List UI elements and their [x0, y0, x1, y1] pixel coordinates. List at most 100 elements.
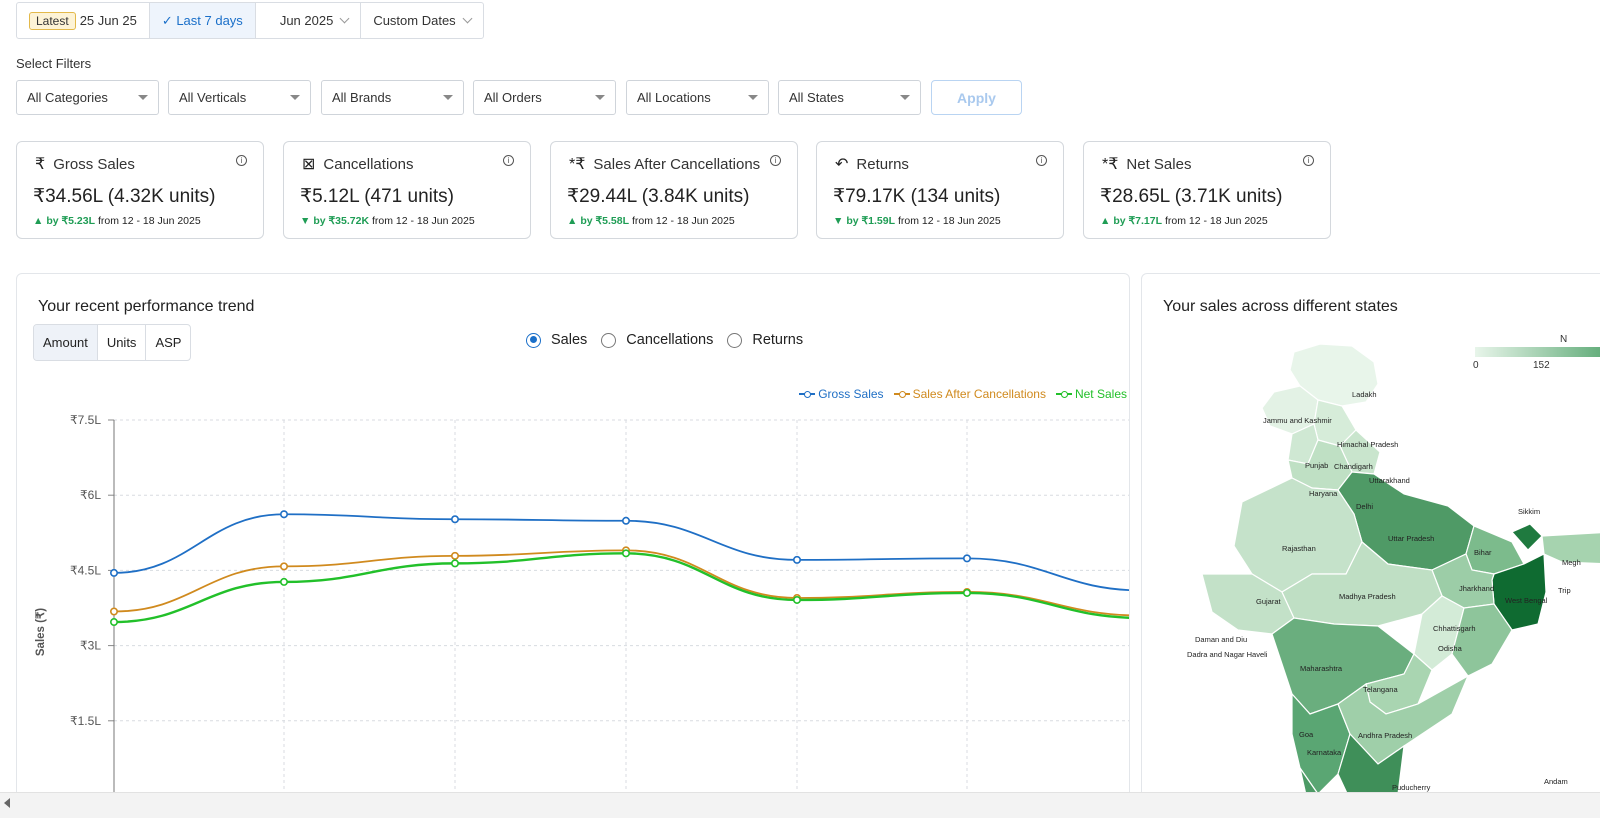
info-icon[interactable]: i: [236, 155, 247, 166]
trend-down-icon: ▼: [300, 215, 311, 227]
card-delta: by ₹5.23L: [46, 215, 96, 227]
card-title: Returns: [856, 155, 909, 173]
filter-label: All States: [789, 90, 844, 105]
filter-categories[interactable]: All Categories: [16, 80, 159, 115]
caret-down-icon: [748, 95, 758, 100]
filter-label: All Categories: [27, 90, 108, 105]
filter-label: All Orders: [484, 90, 542, 105]
map-state-label: Dadra and Nagar Haveli: [1187, 650, 1268, 659]
scroll-left-arrow-icon[interactable]: [4, 798, 10, 808]
data-point-gross-sales: [792, 555, 801, 564]
filter-label: All Brands: [332, 90, 392, 105]
trend-up-icon: ▲: [1100, 215, 1111, 227]
card-title: Net Sales: [1126, 155, 1192, 173]
map-state-label: Jammu and Kashmir: [1263, 416, 1332, 425]
last-7-days-label: ✓ Last 7 days: [161, 12, 243, 28]
map-state-label: Trip: [1558, 586, 1571, 595]
trend-down-icon: ▼: [833, 215, 844, 227]
map-state-label: Madhya Pradesh: [1339, 592, 1396, 601]
map-state-label: Bihar: [1474, 548, 1492, 557]
card-compare: from 12 - 18 Jun 2025: [97, 215, 201, 227]
last-7-days-option[interactable]: ✓ Last 7 days: [149, 3, 256, 38]
latest-tag: Latest: [29, 11, 76, 30]
apply-button[interactable]: Apply: [931, 80, 1022, 115]
card-delta: by ₹7.17L: [1113, 215, 1163, 227]
custom-dates-picker[interactable]: Custom Dates: [361, 3, 482, 38]
net-sales-card: *₹ Net Sales i ₹28.65L (3.71K units) ▲ by…: [1083, 141, 1331, 239]
data-point-sales-after-cancellations: [450, 551, 459, 560]
month-label: Jun 2025: [279, 13, 334, 28]
india-map: [1201, 343, 1600, 802]
data-point-gross-sales: [110, 568, 119, 577]
custom-dates-label: Custom Dates: [373, 13, 456, 28]
horizontal-scrollbar[interactable]: [0, 792, 1600, 818]
map-state-label: Uttarakhand: [1369, 476, 1410, 485]
cancel-box-icon: ⊠: [302, 156, 316, 173]
sales-after-cancellations-card: *₹ Sales After Cancellations i ₹29.44L (3…: [550, 141, 798, 239]
map-state-label: Telangana: [1363, 685, 1398, 694]
map-state-label: Karnataka: [1307, 748, 1342, 757]
data-point-sales-after-cancellations: [279, 562, 288, 571]
info-icon[interactable]: i: [503, 155, 514, 166]
latest-date-label: 25 Jun 25: [79, 13, 137, 28]
filter-verticals[interactable]: All Verticals: [168, 80, 311, 115]
month-picker[interactable]: Jun 2025: [256, 3, 362, 38]
info-icon[interactable]: i: [770, 155, 781, 166]
map-state-label: Puducherry: [1392, 783, 1431, 792]
date-range-bar: Latest 25 Jun 25 ✓ Last 7 days Jun 2025 …: [16, 2, 484, 39]
data-point-net-sales: [279, 577, 288, 586]
returns-card: ↶ Returns i ₹79.17K (134 units) ▼ by ₹1.5…: [816, 141, 1064, 239]
map-state-label: Ladakh: [1352, 390, 1377, 399]
data-point-gross-sales: [962, 554, 971, 563]
filter-states[interactable]: All States: [778, 80, 921, 115]
cancellations-card: ⊠ Cancellations i ₹5.12L (471 units) ▼ by…: [283, 141, 531, 239]
select-filters-label: Select Filters: [16, 56, 92, 71]
caret-down-icon: [900, 95, 910, 100]
card-value: ₹29.44L (3.84K units): [567, 186, 750, 207]
trend-up-icon: ▲: [33, 215, 44, 227]
trend-chart: ₹7.5L ₹6L ₹4.5L ₹3L ₹1.5L Sales (₹): [35, 413, 1129, 802]
map-state-label: Punjab: [1305, 461, 1329, 470]
map-state-label: Rajasthan: [1282, 544, 1316, 553]
card-value: ₹79.17K (134 units): [833, 186, 1001, 207]
map-state-label: Sikkim: [1518, 507, 1541, 516]
filter-label: All Locations: [637, 90, 711, 105]
card-delta: by ₹1.59L: [846, 215, 896, 227]
card-value: ₹28.65L (3.71K units): [1100, 186, 1283, 207]
map-state-label: Maharashtra: [1300, 664, 1343, 673]
caret-down-icon: [138, 95, 148, 100]
rupee-star-icon: *₹: [569, 156, 586, 173]
map-state-label: Haryana: [1309, 489, 1338, 498]
state-sikkim-area[interactable]: [1511, 523, 1543, 551]
trend-up-icon: ▲: [567, 215, 578, 227]
filter-locations[interactable]: All Locations: [626, 80, 769, 115]
map-state-label: Daman and Diu: [1195, 635, 1248, 644]
filter-brands[interactable]: All Brands: [321, 80, 464, 115]
map-state-label: Jharkhand: [1459, 584, 1495, 593]
card-value: ₹34.56L (4.32K units): [33, 186, 216, 207]
card-compare: from 12 - 18 Jun 2025: [1164, 215, 1268, 227]
info-icon[interactable]: i: [1303, 155, 1314, 166]
latest-date-option[interactable]: Latest 25 Jun 25: [17, 3, 150, 38]
y-tick-label: ₹4.5L: [70, 563, 101, 577]
map-state-label: Andhra Pradesh: [1358, 731, 1413, 740]
card-delta: by ₹35.72K: [313, 215, 370, 227]
data-point-gross-sales: [279, 510, 288, 519]
gross-sales-card: ₹ Gross Sales i ₹34.56L (4.32K units) ▲ b…: [16, 141, 264, 239]
data-point-gross-sales: [621, 516, 630, 525]
y-tick-label: ₹3L: [80, 639, 101, 653]
map-state-label: Himachal Pradesh: [1337, 440, 1399, 449]
state-sales-panel: Your sales across different states 0 152…: [1141, 273, 1600, 803]
map-state-label: Odisha: [1438, 644, 1462, 653]
filter-label: All Verticals: [179, 90, 247, 105]
data-point-net-sales: [450, 559, 459, 568]
caret-down-icon: [595, 95, 605, 100]
chevron-down-icon: [339, 13, 350, 24]
map-state-label: Delhi: [1356, 502, 1374, 511]
data-point-net-sales: [110, 618, 119, 627]
y-tick-label: ₹7.5L: [70, 413, 101, 427]
rupee-star-icon: *₹: [1102, 156, 1119, 173]
card-title: Cancellations: [323, 155, 414, 173]
filter-orders[interactable]: All Orders: [473, 80, 616, 115]
info-icon[interactable]: i: [1036, 155, 1047, 166]
